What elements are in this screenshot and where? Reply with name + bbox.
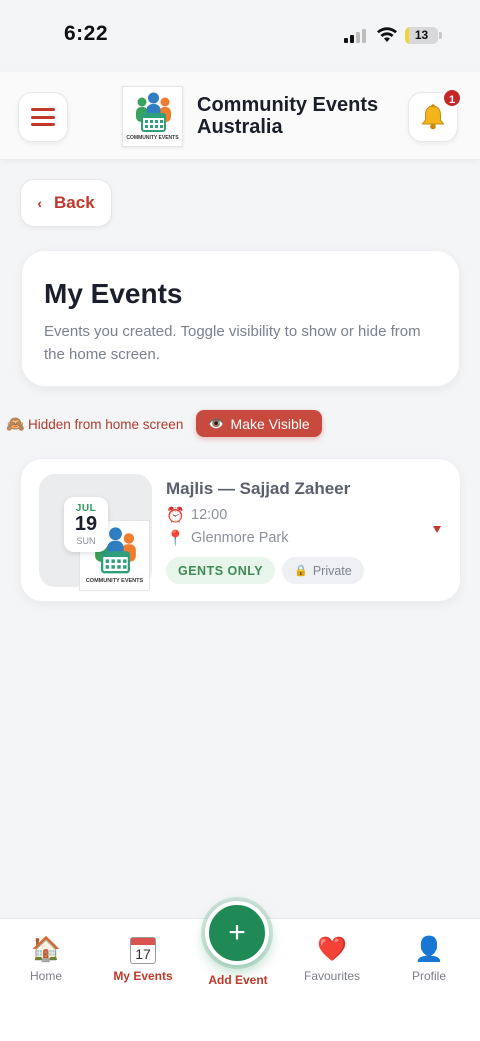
event-title: Majlis — Sajjad Zaheer bbox=[166, 479, 351, 498]
menu-button[interactable] bbox=[18, 92, 68, 142]
battery-level: 13 bbox=[414, 28, 429, 42]
nav-profile[interactable]: 👤 Profile bbox=[381, 935, 477, 983]
page-subtitle: Events you created. Toggle visibility to… bbox=[44, 323, 421, 363]
battery-icon: 13 bbox=[405, 27, 438, 44]
heart-icon: ❤️ bbox=[317, 936, 347, 963]
bottom-nav: 🏠 Home 17 My Events + Add Event ❤️ Favou… bbox=[0, 901, 480, 1041]
expand-arrow-icon[interactable] bbox=[433, 526, 441, 533]
app-header: COMMUNITY EVENTS Community Events Austra… bbox=[0, 72, 480, 160]
visibility-status-label: Hidden from home screen bbox=[28, 416, 184, 432]
event-tags: GENTS ONLY 🔒 Private bbox=[166, 557, 364, 584]
add-event-label[interactable]: Add Event bbox=[190, 973, 286, 987]
hamburger-icon bbox=[31, 108, 55, 126]
visibility-status: 🙈 Hidden from home screen bbox=[6, 411, 183, 437]
app-title: Community Events Australia bbox=[197, 94, 379, 138]
event-thumbnail: COMMUNITY EVENTS JUL 19 SUN bbox=[39, 474, 152, 591]
add-event-button[interactable]: + bbox=[205, 901, 269, 965]
gender-tag: GENTS ONLY bbox=[166, 557, 276, 584]
eye-icon: 👁️ bbox=[208, 415, 225, 431]
notification-badge: 1 bbox=[442, 88, 462, 108]
app-logo: COMMUNITY EVENTS bbox=[122, 86, 183, 147]
nav-favourites-label: Favourites bbox=[303, 969, 361, 983]
make-visible-label: Make Visible bbox=[230, 415, 310, 432]
see-no-evil-monkey-icon: 🙈 bbox=[6, 416, 25, 433]
status-time: 6:22 bbox=[64, 22, 109, 45]
status-bar: 6:22 13 bbox=[0, 0, 480, 72]
house-icon: 🏠 bbox=[31, 936, 61, 963]
event-day: 19 bbox=[74, 513, 98, 535]
event-weekday: SUN bbox=[76, 536, 96, 546]
back-label: Back bbox=[54, 193, 95, 212]
nav-home-label: Home bbox=[29, 969, 62, 983]
signal-icon bbox=[344, 29, 368, 43]
alarm-clock-icon: ⏰ bbox=[166, 507, 185, 524]
date-badge: JUL 19 SUN bbox=[64, 497, 108, 552]
plus-icon: + bbox=[228, 916, 246, 949]
event-time-text: 12:00 bbox=[191, 507, 228, 523]
lock-icon: 🔒 bbox=[294, 565, 308, 577]
logo-text: COMMUNITY EVENTS bbox=[126, 135, 179, 141]
privacy-tag-label: Private bbox=[312, 563, 352, 578]
page-title: My Events bbox=[44, 278, 183, 309]
logo-text: COMMUNITY EVENTS bbox=[85, 578, 144, 584]
page-header-card: My Events Events you created. Toggle vis… bbox=[21, 250, 460, 387]
calendar-icon-number: 17 bbox=[135, 946, 151, 963]
nav-profile-label: Profile bbox=[411, 969, 446, 983]
make-visible-button[interactable]: 👁️ Make Visible bbox=[196, 410, 322, 437]
event-location: 📍 Glenmore Park bbox=[166, 529, 289, 547]
nav-my-events[interactable]: 17 My Events bbox=[95, 935, 191, 983]
location-pin-icon: 📍 bbox=[166, 530, 185, 547]
privacy-tag: 🔒 Private bbox=[282, 557, 364, 584]
nav-favourites[interactable]: ❤️ Favourites bbox=[284, 935, 380, 983]
nav-my-events-label: My Events bbox=[113, 969, 173, 983]
event-location-text: Glenmore Park bbox=[191, 530, 289, 546]
chevron-left-icon: ‹ bbox=[37, 195, 43, 211]
bell-icon bbox=[421, 104, 445, 130]
back-button[interactable]: ‹ Back bbox=[20, 179, 112, 227]
wifi-icon bbox=[377, 27, 397, 42]
nav-home[interactable]: 🏠 Home bbox=[0, 935, 94, 983]
event-card[interactable]: COMMUNITY EVENTS JUL 19 SUN Majlis — Saj… bbox=[20, 458, 461, 602]
calendar-icon: 17 bbox=[130, 937, 156, 965]
event-time: ⏰ 12:00 bbox=[166, 506, 227, 524]
profile-icon: 👤 bbox=[414, 936, 444, 963]
